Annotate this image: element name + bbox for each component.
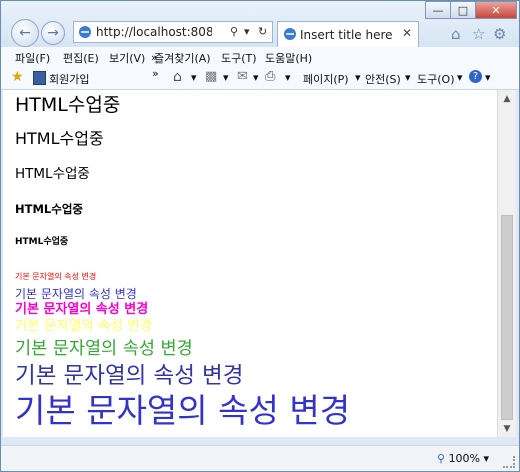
feeds-dropdown-icon[interactable]: ▾ bbox=[223, 71, 229, 84]
korean-text-7: 기본 문자열의 속성 변경 bbox=[15, 391, 351, 430]
tab-title: Insert title here bbox=[300, 27, 393, 42]
scroll-thumb[interactable] bbox=[501, 215, 513, 420]
menu-tools[interactable]: 도구(T) bbox=[221, 50, 257, 66]
help-dropdown-icon[interactable]: ▾ bbox=[485, 71, 491, 84]
korean-text-1: 기본 문자열의 속성 변경 bbox=[15, 272, 97, 281]
page-dropdown-icon[interactable]: ▾ bbox=[355, 71, 361, 84]
vertical-scrollbar[interactable]: ▲ ▼ bbox=[497, 90, 516, 437]
favorites-star-icon[interactable]: ☆ bbox=[472, 25, 485, 43]
back-button[interactable]: ← bbox=[11, 19, 39, 47]
feeds-icon[interactable]: ▩ bbox=[205, 69, 217, 84]
scroll-up-icon[interactable]: ▲ bbox=[498, 90, 516, 107]
zoom-value: 100% bbox=[448, 452, 481, 465]
favorite-item[interactable]: 회원가입 bbox=[49, 71, 89, 87]
resize-grip-icon[interactable] bbox=[503, 456, 515, 468]
print-icon[interactable]: ⎙ bbox=[265, 69, 275, 84]
home-icon[interactable]: ⌂ bbox=[173, 69, 182, 85]
mail-icon[interactable]: ✉ bbox=[237, 69, 248, 84]
status-bar: ⚲ 100% ▾ bbox=[1, 445, 519, 471]
korean-text-6: 기본 문자열의 속성 변경 bbox=[15, 363, 244, 389]
refresh-icon[interactable]: ↻ bbox=[258, 25, 267, 38]
menu-help[interactable]: 도움말(H) bbox=[265, 50, 312, 66]
menu-bar: 파일(F) 편집(E) 보기(V) 즐겨찾기(A) 도구(T) 도움말(H) bbox=[1, 47, 519, 68]
mail-dropdown-icon[interactable]: ▾ bbox=[253, 71, 259, 84]
html-heading-4: HTML수업중 bbox=[15, 202, 83, 216]
tab-close-icon[interactable]: ✕ bbox=[402, 26, 412, 40]
command-bar: ★ 회원가입 » ⌂ ▾ ▩ ▾ ✉ ▾ ⎙ ▾ 페이지(P) ▾ 안전(S) … bbox=[1, 51, 519, 90]
address-url[interactable]: http://localhost:8088/clientweb bbox=[96, 25, 212, 39]
page-menu[interactable]: 페이지(P) bbox=[303, 71, 349, 87]
html-heading-5: HTML수업중 bbox=[15, 237, 69, 247]
menu-edit[interactable]: 편집(E) bbox=[63, 50, 99, 66]
korean-text-2: 기본 문자열의 속성 변경 bbox=[15, 287, 137, 301]
back-arrow-icon: ← bbox=[19, 25, 31, 41]
address-bar[interactable]: http://localhost:8088/clientweb ⚲ ▾ ↻ bbox=[73, 21, 273, 43]
settings-gear-icon[interactable]: ⚙ bbox=[493, 25, 506, 43]
print-dropdown-icon[interactable]: ▾ bbox=[285, 71, 291, 84]
html-heading-1: HTML수업중 bbox=[15, 94, 121, 116]
page-content: HTML수업중 HTML수업중 HTML수업중 HTML수업중 HTML수업중 … bbox=[3, 90, 497, 437]
minimize-button[interactable]: — bbox=[425, 1, 451, 19]
ie-tab-icon bbox=[284, 28, 296, 40]
safety-menu[interactable]: 안전(S) bbox=[365, 71, 401, 87]
more-chevron-icon[interactable]: » bbox=[151, 51, 158, 64]
html-heading-3: HTML수업중 bbox=[15, 166, 90, 182]
html-heading-2: HTML수업중 bbox=[15, 129, 104, 148]
browser-window: ← → http://localhost:8088/clientweb ⚲ ▾ … bbox=[0, 0, 520, 472]
tab-active[interactable]: Insert title here ✕ bbox=[277, 21, 419, 47]
tools-menu[interactable]: 도구(O) bbox=[417, 71, 454, 87]
title-bar: ← → http://localhost:8088/clientweb ⚲ ▾ … bbox=[1, 1, 519, 47]
tools-dropdown-icon[interactable]: ▾ bbox=[457, 71, 463, 84]
favorite-page-icon bbox=[33, 71, 46, 85]
forward-button[interactable]: → bbox=[41, 21, 65, 45]
zoom-dropdown-icon: ▾ bbox=[483, 452, 490, 465]
korean-text-3: 기본 문자열의 속성 변경 bbox=[15, 302, 149, 317]
safety-dropdown-icon[interactable]: ▾ bbox=[405, 71, 411, 84]
menu-view[interactable]: 보기(V) bbox=[109, 50, 145, 66]
menu-file[interactable]: 파일(F) bbox=[15, 50, 50, 66]
forward-arrow-icon: → bbox=[47, 25, 59, 41]
search-icon[interactable]: ⚲ bbox=[230, 25, 238, 38]
home-dropdown-icon[interactable]: ▾ bbox=[191, 71, 197, 84]
help-icon[interactable]: ? bbox=[469, 70, 482, 83]
close-button[interactable]: ✕ bbox=[475, 1, 517, 19]
korean-text-4: 기본 문자열의 속성 변경 bbox=[15, 318, 153, 334]
ie-page-icon bbox=[79, 26, 91, 38]
menu-favorites[interactable]: 즐겨찾기(A) bbox=[154, 50, 211, 66]
korean-text-5: 기본 문자열의 속성 변경 bbox=[15, 339, 193, 359]
zoom-icon: ⚲ bbox=[437, 452, 446, 465]
more-chevron-icon[interactable]: » bbox=[152, 67, 159, 80]
zoom-level[interactable]: ⚲ 100% ▾ bbox=[437, 452, 489, 465]
maximize-button[interactable]: □ bbox=[450, 1, 476, 19]
dropdown-icon[interactable]: ▾ bbox=[244, 25, 250, 38]
scroll-down-icon[interactable]: ▼ bbox=[498, 420, 516, 437]
home-icon[interactable]: ⌂ bbox=[451, 25, 461, 43]
favorites-star-icon[interactable]: ★ bbox=[11, 69, 24, 85]
